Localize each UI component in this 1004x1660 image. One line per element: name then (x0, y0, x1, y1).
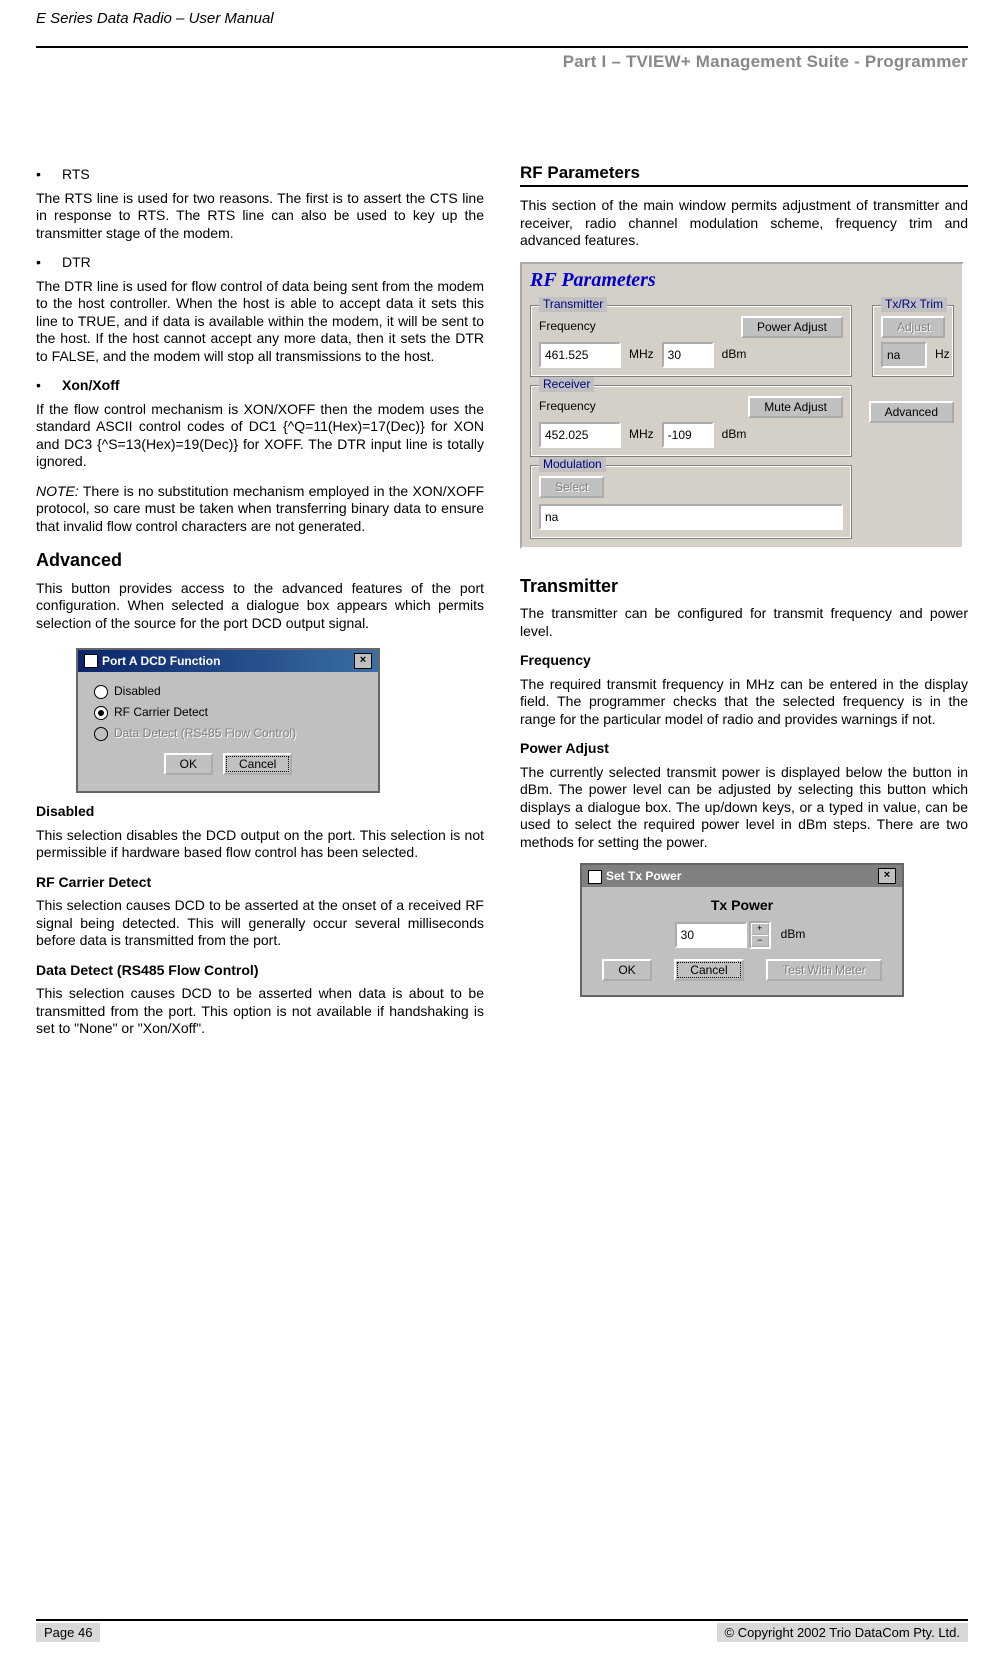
tx-frequency-field[interactable] (539, 342, 621, 368)
page-footer: Page 46 © Copyright 2002 Trio DataCom Pt… (36, 1619, 968, 1642)
test-with-meter-button: Test With Meter (766, 959, 881, 981)
modulation-group: Modulation Select (530, 465, 852, 539)
app-icon (588, 870, 602, 884)
book-title: E Series Data Radio – User Manual (36, 10, 274, 27)
close-icon[interactable]: × (878, 868, 896, 884)
tx-power-value-field[interactable] (675, 922, 747, 948)
tx-frequency-label: Frequency (539, 319, 609, 334)
rf-parameters-heading: RF Parameters (520, 162, 968, 187)
mute-adjust-button[interactable]: Mute Adjust (748, 396, 843, 418)
ok-button[interactable]: OK (164, 753, 213, 775)
cancel-button[interactable]: Cancel (674, 959, 743, 981)
power-adjust-button[interactable]: Power Adjust (741, 316, 843, 338)
radio-disabled[interactable]: Disabled (94, 684, 372, 699)
receiver-legend: Receiver (539, 377, 594, 392)
bullet-xon: •Xon/Xoff (36, 377, 484, 395)
radio-rf-label: RF Carrier Detect (114, 705, 208, 720)
receiver-group: Receiver Frequency Mute Adjust MHz dBm (530, 385, 852, 457)
rx-frequency-field[interactable] (539, 422, 621, 448)
radio-rf-carrier[interactable]: RF Carrier Detect (94, 705, 372, 720)
rx-mute-field[interactable] (662, 422, 714, 448)
app-icon (84, 654, 98, 668)
xon-note: NOTE: There is no substitution mechanism… (36, 483, 484, 536)
modulation-legend: Modulation (539, 457, 606, 472)
power-adjust-body: The currently selected transmit power is… (520, 764, 968, 852)
rf-intro: This section of the main window permits … (520, 197, 968, 250)
transmitter-legend: Transmitter (539, 297, 607, 312)
transmitter-heading: Transmitter (520, 575, 968, 598)
advanced-button[interactable]: Advanced (869, 401, 954, 423)
bullet-dtr: •DTR (36, 254, 484, 272)
advanced-heading: Advanced (36, 549, 484, 572)
rts-body: The RTS line is used for two reasons. Th… (36, 190, 484, 243)
txrx-trim-group: Tx/Rx Trim Adjust Hz (872, 305, 954, 377)
right-column: RF Parameters This section of the main w… (520, 162, 968, 1050)
page-number: Page 46 (36, 1623, 100, 1642)
trim-adjust-button: Adjust (881, 316, 945, 338)
rts-label: RTS (62, 166, 90, 184)
spin-down-icon[interactable]: − (751, 935, 769, 947)
frequency-body: The required transmit frequency in MHz c… (520, 676, 968, 729)
rf-parameters-panel: RF Parameters Transmitter Frequency Powe… (520, 262, 964, 549)
dbm-unit: dBm (722, 347, 747, 362)
radio-disabled-label: Disabled (114, 684, 161, 699)
rf-carrier-body: This selection causes DCD to be asserted… (36, 897, 484, 950)
dbm-unit: dBm (781, 927, 806, 942)
rf-panel-title: RF Parameters (522, 264, 962, 297)
frequency-subhead: Frequency (520, 652, 968, 670)
transmitter-group: Transmitter Frequency Power Adjust MHz d (530, 305, 852, 377)
radio-data-detect: Data Detect (RS485 Flow Control) (94, 726, 372, 741)
transmitter-body: The transmitter can be configured for tr… (520, 605, 968, 640)
close-icon[interactable]: × (354, 653, 372, 669)
select-modulation-button: Select (539, 476, 604, 498)
advanced-body: This button provides access to the advan… (36, 580, 484, 633)
spin-up-icon[interactable]: + (751, 923, 769, 935)
rx-frequency-label: Frequency (539, 399, 609, 414)
bullet-rts: •RTS (36, 166, 484, 184)
tx-power-field[interactable] (662, 342, 714, 368)
copyright: © Copyright 2002 Trio DataCom Pty. Ltd. (717, 1623, 969, 1642)
tx-titlebar[interactable]: Set Tx Power × (582, 865, 902, 887)
rf-carrier-subhead: RF Carrier Detect (36, 874, 484, 892)
dcd-dialog-title: Port A DCD Function (102, 654, 220, 668)
header-rule (36, 24, 968, 48)
mhz-unit: MHz (629, 347, 654, 362)
disabled-subhead: Disabled (36, 803, 484, 821)
hz-unit: Hz (935, 347, 950, 362)
set-tx-power-dialog: Set Tx Power × Tx Power + − dBm OK (580, 863, 904, 997)
dtr-label: DTR (62, 254, 91, 272)
radio-data-label: Data Detect (RS485 Flow Control) (114, 726, 296, 741)
ok-button[interactable]: OK (602, 959, 651, 981)
power-adjust-subhead: Power Adjust (520, 740, 968, 758)
tx-power-heading: Tx Power (592, 897, 892, 915)
tx-power-spinner[interactable]: + − (749, 921, 771, 949)
modulation-field[interactable] (539, 504, 843, 530)
trim-field (881, 342, 927, 368)
dtr-body: The DTR line is used for flow control of… (36, 278, 484, 366)
dbm-unit: dBm (722, 427, 747, 442)
tx-dialog-title: Set Tx Power (606, 869, 681, 883)
dcd-titlebar[interactable]: Port A DCD Function × (78, 650, 378, 672)
dcd-dialog: Port A DCD Function × Disabled RF Carrie… (76, 648, 380, 793)
left-column: •RTS The RTS line is used for two reason… (36, 162, 484, 1050)
disabled-body: This selection disables the DCD output o… (36, 827, 484, 862)
radio-icon (94, 685, 108, 699)
radio-icon (94, 706, 108, 720)
mhz-unit: MHz (629, 427, 654, 442)
section-title: Part I – TVIEW+ Management Suite - Progr… (36, 52, 968, 72)
trim-legend: Tx/Rx Trim (881, 297, 947, 312)
data-detect-body: This selection causes DCD to be asserted… (36, 985, 484, 1038)
xon-label: Xon/Xoff (62, 377, 120, 395)
cancel-button[interactable]: Cancel (223, 753, 292, 775)
data-detect-subhead: Data Detect (RS485 Flow Control) (36, 962, 484, 980)
radio-icon (94, 727, 108, 741)
xon-body-1: If the flow control mechanism is XON/XOF… (36, 401, 484, 471)
